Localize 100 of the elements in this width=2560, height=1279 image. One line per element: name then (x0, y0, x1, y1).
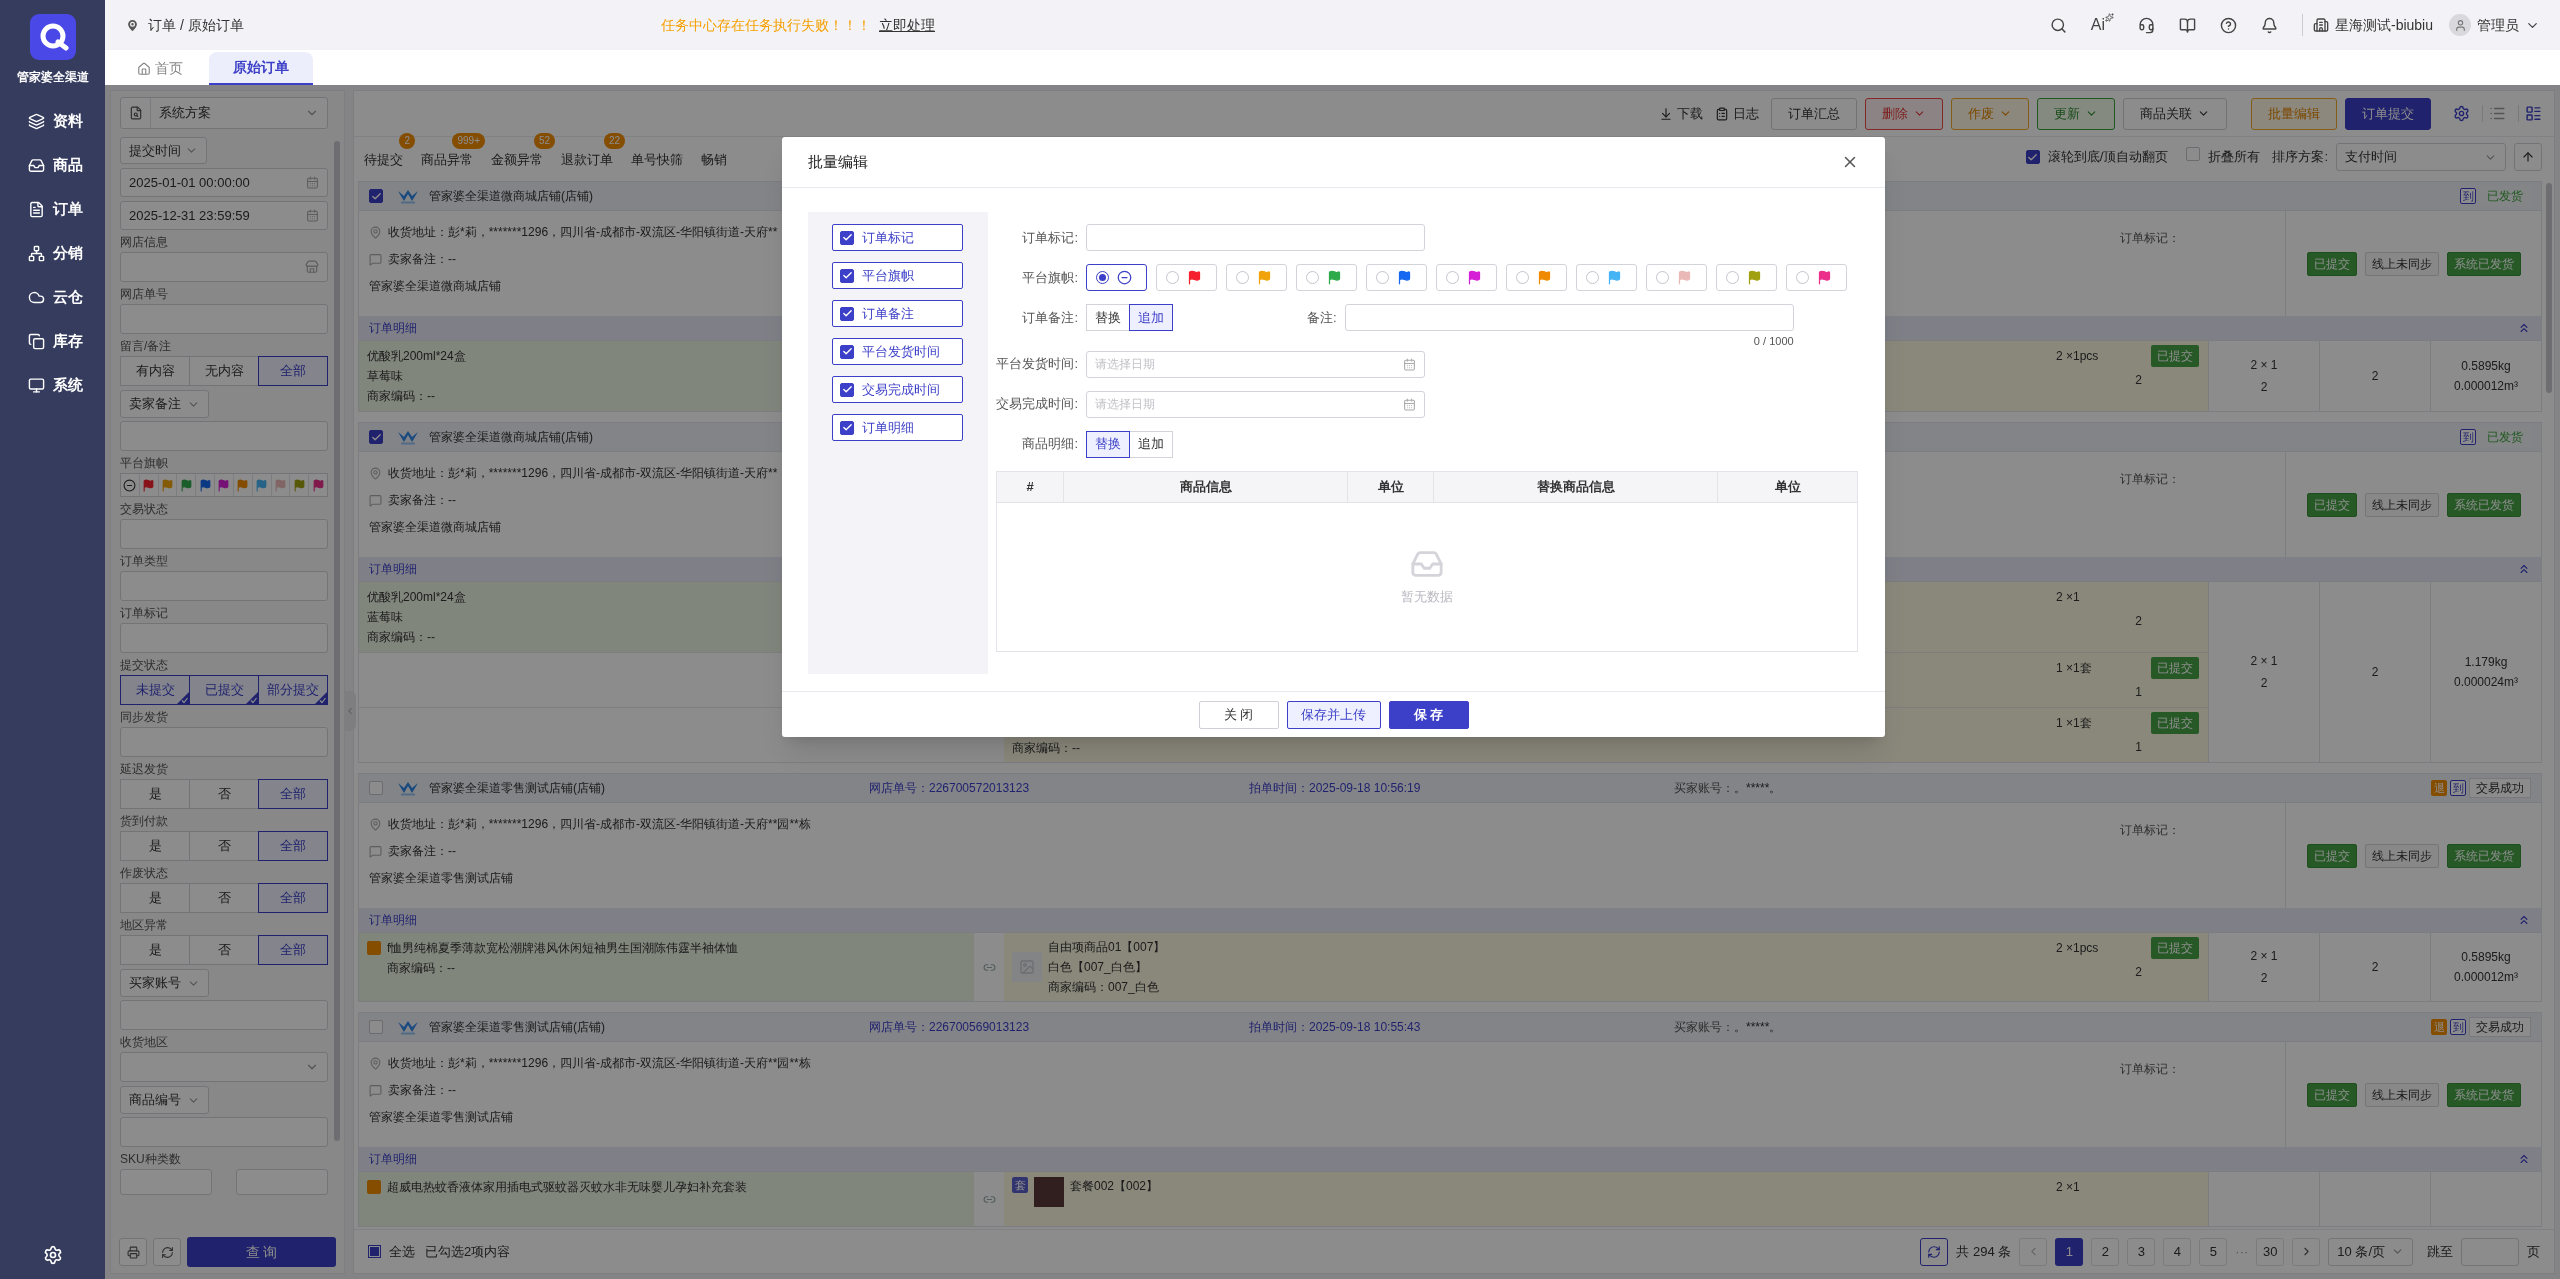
company-name[interactable]: 星海测试-biubiu (2334, 14, 2433, 36)
status-tab[interactable]: 单号快筛 (631, 150, 683, 170)
segment-option[interactable]: 否 (189, 831, 259, 861)
order-checkbox[interactable] (369, 1020, 383, 1034)
status-button[interactable]: 线上未同步 (2364, 843, 2439, 868)
status-tab[interactable]: 畅销 (701, 150, 727, 170)
nav-item[interactable]: 商品 (0, 150, 105, 180)
query-button[interactable]: 查 询 (187, 1237, 336, 1267)
field-checkbox[interactable] (840, 230, 854, 245)
segment-option[interactable]: 已提交 (189, 675, 259, 705)
user-name[interactable]: 管理员 (2477, 14, 2519, 36)
page-size-select[interactable]: 10 条/页 (2328, 1237, 2413, 1266)
segment-option[interactable]: 是 (120, 831, 190, 861)
page-input[interactable] (2461, 1237, 2519, 1266)
filter-input[interactable] (120, 571, 328, 601)
flag-picker[interactable] (120, 473, 328, 497)
status-tab[interactable]: 待提交 (364, 150, 403, 170)
toolbar-link[interactable]: 日志 (1715, 103, 1759, 124)
toolbar-button[interactable]: 订单提交 (2345, 97, 2431, 130)
checkbox[interactable] (2025, 150, 2040, 164)
status-button[interactable]: 线上未同步 (2364, 1082, 2439, 1107)
segment-option[interactable]: 是 (120, 779, 190, 809)
headset-icon[interactable] (2137, 16, 2155, 34)
toolbar-button[interactable]: 订单汇总 (1771, 97, 1857, 130)
card-view-icon[interactable] (2525, 105, 2542, 122)
field-checkbox[interactable] (840, 268, 854, 283)
dialog-button[interactable]: 保存并上传 (1286, 700, 1381, 729)
scrollbar[interactable] (2546, 183, 2552, 393)
toolbar-button[interactable]: 商品关联 (2123, 97, 2227, 130)
collapse-icon[interactable] (2517, 321, 2531, 335)
ai-button[interactable]: Ai (2090, 13, 2114, 37)
segment-option[interactable]: 是 (120, 935, 190, 965)
time-type-dropdown[interactable]: 提交时间 (120, 137, 207, 164)
mode-option[interactable]: 追加 (1129, 304, 1173, 331)
status-button[interactable]: 线上未同步 (2364, 251, 2439, 276)
filter-input[interactable] (120, 519, 328, 549)
collapse-icon[interactable] (2517, 562, 2531, 576)
sort-select[interactable]: 支付时间 (2336, 143, 2506, 171)
date-input[interactable]: 2025-01-01 00:00:00 (120, 168, 328, 197)
order-checkbox[interactable] (369, 189, 383, 203)
filter-dropdown[interactable]: 买家账号 (120, 969, 209, 997)
segment-option[interactable]: 否 (189, 935, 259, 965)
segment-option[interactable]: 全部 (258, 779, 328, 809)
page-tab[interactable]: 原始订单 (209, 52, 313, 85)
mode-option[interactable]: 替换 (1086, 430, 1130, 458)
field-checkbox[interactable] (840, 420, 854, 435)
filter-input[interactable] (120, 727, 328, 757)
collapse-handle[interactable] (344, 691, 356, 731)
book-icon[interactable] (2178, 16, 2196, 34)
collapse-icon[interactable] (2517, 913, 2531, 927)
flag-option[interactable] (1086, 264, 1147, 291)
alert-action-link[interactable]: 立即处理 (879, 14, 935, 36)
toolbar-button[interactable]: 更新 (2037, 97, 2115, 130)
remark-input[interactable] (1344, 304, 1794, 331)
scrollbar[interactable] (334, 141, 340, 1141)
segment-option[interactable]: 否 (189, 883, 259, 913)
segment-option[interactable]: 是 (120, 883, 190, 913)
field-option[interactable]: 订单标记 (832, 224, 963, 251)
segment-option[interactable]: 全部 (258, 356, 328, 386)
field-checkbox[interactable] (840, 344, 854, 359)
dialog-button[interactable]: 关 闭 (1198, 700, 1279, 729)
page-button[interactable]: 4 (2163, 1237, 2192, 1266)
field-checkbox[interactable] (840, 306, 854, 321)
status-button[interactable]: 线上未同步 (2364, 492, 2439, 517)
field-checkbox[interactable] (840, 382, 854, 397)
status-tab[interactable]: 金额异常 (491, 150, 543, 170)
field-option[interactable]: 平台发货时间 (832, 338, 963, 365)
dialog-button[interactable]: 保 存 (1388, 700, 1469, 729)
page-button[interactable]: 30 (2256, 1237, 2285, 1266)
segment-option[interactable]: 全部 (258, 935, 328, 965)
order-mark-input[interactable] (1086, 224, 1425, 251)
segment-option[interactable]: 无内容 (189, 356, 259, 386)
segment-option[interactable]: 全部 (258, 883, 328, 913)
page-tab[interactable]: 首页 (131, 52, 189, 85)
status-tab[interactable]: 退款订单 (561, 150, 613, 170)
toolbar-button[interactable]: 删除 (1865, 97, 1943, 130)
field-option[interactable]: 订单明细 (832, 414, 963, 441)
segment-option[interactable]: 否 (189, 779, 259, 809)
filter-dropdown[interactable]: 商品编号 (120, 1086, 209, 1114)
reset-button[interactable] (153, 1238, 181, 1266)
search-icon[interactable] (2049, 16, 2067, 34)
bell-icon[interactable] (2260, 16, 2278, 34)
mode-option[interactable]: 替换 (1086, 304, 1130, 331)
segment-option[interactable]: 有内容 (120, 356, 190, 386)
filter-input[interactable] (120, 421, 328, 451)
filter-input[interactable] (120, 252, 328, 282)
sort-direction-button[interactable] (2514, 143, 2542, 171)
avatar[interactable] (2449, 14, 2471, 36)
page-button[interactable]: 3 (2127, 1237, 2156, 1266)
filter-dropdown[interactable]: 卖家备注 (120, 390, 209, 418)
segment-option[interactable]: 全部 (258, 831, 328, 861)
segment-option[interactable]: 未提交 (120, 675, 190, 705)
help-icon[interactable] (2219, 16, 2237, 34)
nav-item[interactable]: 库存 (0, 326, 105, 356)
filter-select[interactable] (120, 1052, 328, 1082)
page-button[interactable]: 2 (2091, 1237, 2120, 1266)
toolbar-link[interactable]: 下载 (1659, 103, 1703, 124)
segment-option[interactable]: 部分提交 (258, 675, 328, 705)
date-input[interactable]: 2025-12-31 23:59:59 (120, 201, 328, 230)
mode-option[interactable]: 追加 (1129, 430, 1173, 458)
